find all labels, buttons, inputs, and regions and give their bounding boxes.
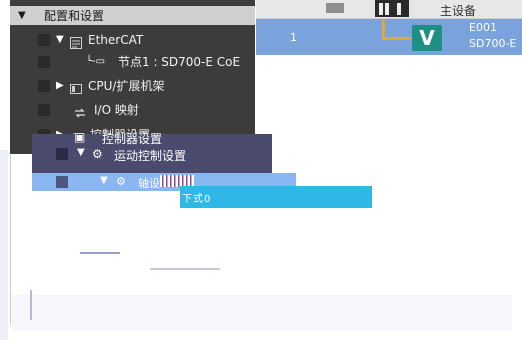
expand-toggle-icon[interactable]: ▼	[100, 175, 108, 186]
node-connector-icon: └-▭	[86, 56, 106, 67]
master-device-icon	[375, 0, 409, 17]
tree-item-io-map[interactable]: I/O 映射	[10, 99, 255, 121]
expand-toggle-icon[interactable]: ▼	[18, 9, 26, 23]
gear-icon: ⚙	[116, 175, 126, 188]
tree-item-node1[interactable]: └-▭ 节点1 : SD700-E CoE	[10, 51, 255, 73]
master-device-label: 主设备	[440, 4, 477, 18]
tree-header-label: 配置和设置	[44, 9, 105, 23]
expand-toggle-icon[interactable]: ▶	[56, 79, 64, 93]
tree-item-label: 轴设	[138, 177, 160, 190]
tree-item-motion-control-settings[interactable]: ▣ 控制器设置 ▼ ⚙ 运动控制设置	[32, 130, 272, 174]
grid-header: 主设备	[256, 0, 522, 19]
servo-drive-icon[interactable]: V	[412, 25, 442, 51]
expand-toggle-icon[interactable]: ▼	[77, 147, 85, 158]
tree-item-checkbox[interactable]	[38, 104, 50, 116]
tree-item-checkbox[interactable]	[56, 176, 68, 188]
rack-icon	[70, 80, 82, 94]
tree-header-config-settings[interactable]: ▼ 配置和设置	[10, 6, 255, 25]
tree-item-cpu-rack[interactable]: ▶ CPU/扩展机架	[10, 75, 255, 97]
tree-item-checkbox[interactable]	[56, 148, 68, 160]
ethercat-topology-grid: 主设备 1 V E001 SD700-E	[256, 0, 522, 55]
expand-toggle-icon[interactable]: ▼	[56, 33, 64, 47]
device-id: E001	[469, 21, 497, 34]
render-artifact	[30, 290, 32, 320]
render-artifact	[150, 268, 220, 270]
rename-input-text: 下式0	[182, 194, 212, 205]
tree-item-label: CPU/扩展机架	[88, 79, 165, 93]
tree-item-checkbox[interactable]	[38, 34, 50, 46]
device-model: SD700-E	[469, 37, 517, 50]
tree-item-checkbox[interactable]	[38, 80, 50, 92]
column-marker	[326, 3, 344, 13]
io-map-icon	[74, 104, 86, 118]
tree-item-label: 运动控制设置	[114, 149, 187, 163]
grid-row-node1[interactable]: 1 V E001 SD700-E	[256, 19, 522, 55]
rename-input[interactable]: 下式0	[180, 186, 372, 208]
gear-icon: ⚙	[92, 147, 103, 161]
tree-item-label: 节点1 : SD700-E CoE	[118, 55, 241, 69]
tree-item-label: I/O 映射	[94, 103, 139, 117]
tree-item-overlay-label: 控制器设置	[102, 132, 163, 146]
render-artifact	[80, 252, 120, 254]
render-artifact-line	[10, 155, 11, 325]
ethercat-icon	[70, 34, 82, 49]
tree-item-label: EtherCAT	[88, 33, 144, 47]
render-artifact	[0, 150, 8, 340]
tree-item-ethercat[interactable]: ▼ EtherCAT	[10, 29, 255, 51]
tree-item-checkbox[interactable]	[38, 56, 50, 68]
node-index: 1	[290, 31, 297, 44]
render-artifact	[12, 295, 512, 331]
controller-icon: ▣	[74, 130, 86, 144]
